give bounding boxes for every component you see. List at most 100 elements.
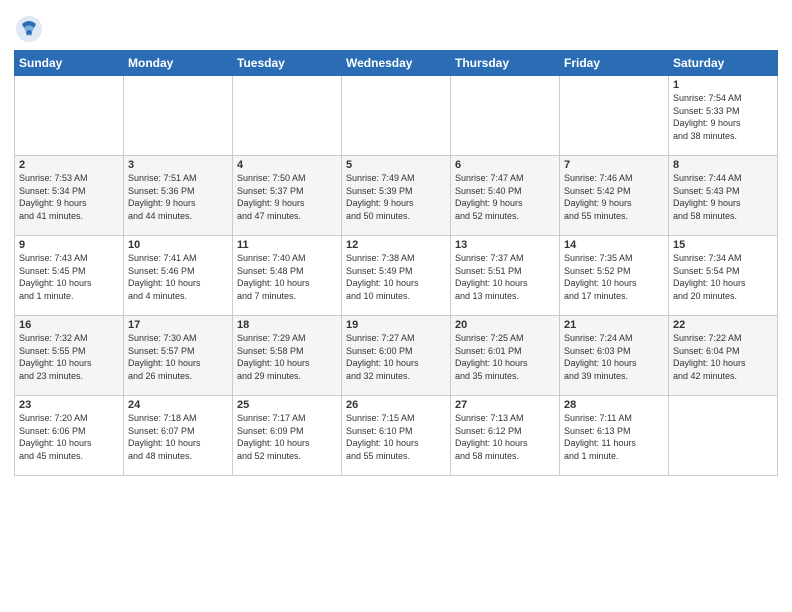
- day-number: 2: [19, 159, 119, 171]
- day-number: 26: [346, 399, 446, 411]
- week-row-3: 16Sunrise: 7:32 AM Sunset: 5:55 PM Dayli…: [15, 316, 778, 396]
- calendar-cell: 12Sunrise: 7:38 AM Sunset: 5:49 PM Dayli…: [342, 236, 451, 316]
- weekday-monday: Monday: [124, 51, 233, 76]
- day-number: 16: [19, 319, 119, 331]
- day-number: 13: [455, 239, 555, 251]
- calendar-cell: 26Sunrise: 7:15 AM Sunset: 6:10 PM Dayli…: [342, 396, 451, 476]
- day-number: 3: [128, 159, 228, 171]
- calendar-cell: 24Sunrise: 7:18 AM Sunset: 6:07 PM Dayli…: [124, 396, 233, 476]
- calendar-cell: [560, 76, 669, 156]
- calendar-cell: 25Sunrise: 7:17 AM Sunset: 6:09 PM Dayli…: [233, 396, 342, 476]
- day-info: Sunrise: 7:13 AM Sunset: 6:12 PM Dayligh…: [455, 412, 555, 462]
- calendar-cell: 22Sunrise: 7:22 AM Sunset: 6:04 PM Dayli…: [669, 316, 778, 396]
- calendar-cell: 23Sunrise: 7:20 AM Sunset: 6:06 PM Dayli…: [15, 396, 124, 476]
- calendar-cell: 15Sunrise: 7:34 AM Sunset: 5:54 PM Dayli…: [669, 236, 778, 316]
- calendar-cell: [124, 76, 233, 156]
- calendar-cell: 19Sunrise: 7:27 AM Sunset: 6:00 PM Dayli…: [342, 316, 451, 396]
- calendar-cell: [669, 396, 778, 476]
- day-number: 15: [673, 239, 773, 251]
- day-info: Sunrise: 7:20 AM Sunset: 6:06 PM Dayligh…: [19, 412, 119, 462]
- day-info: Sunrise: 7:22 AM Sunset: 6:04 PM Dayligh…: [673, 332, 773, 382]
- day-info: Sunrise: 7:15 AM Sunset: 6:10 PM Dayligh…: [346, 412, 446, 462]
- day-info: Sunrise: 7:54 AM Sunset: 5:33 PM Dayligh…: [673, 92, 773, 142]
- day-info: Sunrise: 7:24 AM Sunset: 6:03 PM Dayligh…: [564, 332, 664, 382]
- calendar-cell: [15, 76, 124, 156]
- day-number: 9: [19, 239, 119, 251]
- calendar-cell: 1Sunrise: 7:54 AM Sunset: 5:33 PM Daylig…: [669, 76, 778, 156]
- day-info: Sunrise: 7:53 AM Sunset: 5:34 PM Dayligh…: [19, 172, 119, 222]
- calendar-cell: 21Sunrise: 7:24 AM Sunset: 6:03 PM Dayli…: [560, 316, 669, 396]
- calendar-cell: 4Sunrise: 7:50 AM Sunset: 5:37 PM Daylig…: [233, 156, 342, 236]
- day-number: 28: [564, 399, 664, 411]
- day-number: 25: [237, 399, 337, 411]
- calendar-cell: 17Sunrise: 7:30 AM Sunset: 5:57 PM Dayli…: [124, 316, 233, 396]
- day-number: 6: [455, 159, 555, 171]
- calendar-cell: 9Sunrise: 7:43 AM Sunset: 5:45 PM Daylig…: [15, 236, 124, 316]
- calendar-cell: 10Sunrise: 7:41 AM Sunset: 5:46 PM Dayli…: [124, 236, 233, 316]
- day-number: 14: [564, 239, 664, 251]
- day-number: 27: [455, 399, 555, 411]
- weekday-saturday: Saturday: [669, 51, 778, 76]
- day-info: Sunrise: 7:18 AM Sunset: 6:07 PM Dayligh…: [128, 412, 228, 462]
- calendar-cell: 8Sunrise: 7:44 AM Sunset: 5:43 PM Daylig…: [669, 156, 778, 236]
- week-row-0: 1Sunrise: 7:54 AM Sunset: 5:33 PM Daylig…: [15, 76, 778, 156]
- day-number: 19: [346, 319, 446, 331]
- day-number: 22: [673, 319, 773, 331]
- calendar-cell: 20Sunrise: 7:25 AM Sunset: 6:01 PM Dayli…: [451, 316, 560, 396]
- day-info: Sunrise: 7:11 AM Sunset: 6:13 PM Dayligh…: [564, 412, 664, 462]
- day-info: Sunrise: 7:43 AM Sunset: 5:45 PM Dayligh…: [19, 252, 119, 302]
- calendar-cell: 18Sunrise: 7:29 AM Sunset: 5:58 PM Dayli…: [233, 316, 342, 396]
- calendar-cell: 3Sunrise: 7:51 AM Sunset: 5:36 PM Daylig…: [124, 156, 233, 236]
- logo: [14, 14, 48, 44]
- day-info: Sunrise: 7:46 AM Sunset: 5:42 PM Dayligh…: [564, 172, 664, 222]
- day-info: Sunrise: 7:38 AM Sunset: 5:49 PM Dayligh…: [346, 252, 446, 302]
- day-number: 17: [128, 319, 228, 331]
- day-info: Sunrise: 7:41 AM Sunset: 5:46 PM Dayligh…: [128, 252, 228, 302]
- calendar-cell: [342, 76, 451, 156]
- calendar-cell: 7Sunrise: 7:46 AM Sunset: 5:42 PM Daylig…: [560, 156, 669, 236]
- day-info: Sunrise: 7:50 AM Sunset: 5:37 PM Dayligh…: [237, 172, 337, 222]
- calendar-cell: [233, 76, 342, 156]
- day-number: 7: [564, 159, 664, 171]
- calendar: SundayMondayTuesdayWednesdayThursdayFrid…: [14, 50, 778, 476]
- week-row-2: 9Sunrise: 7:43 AM Sunset: 5:45 PM Daylig…: [15, 236, 778, 316]
- week-row-4: 23Sunrise: 7:20 AM Sunset: 6:06 PM Dayli…: [15, 396, 778, 476]
- day-number: 24: [128, 399, 228, 411]
- calendar-cell: 14Sunrise: 7:35 AM Sunset: 5:52 PM Dayli…: [560, 236, 669, 316]
- weekday-sunday: Sunday: [15, 51, 124, 76]
- day-number: 20: [455, 319, 555, 331]
- calendar-cell: 13Sunrise: 7:37 AM Sunset: 5:51 PM Dayli…: [451, 236, 560, 316]
- logo-icon: [14, 14, 44, 44]
- calendar-cell: 6Sunrise: 7:47 AM Sunset: 5:40 PM Daylig…: [451, 156, 560, 236]
- day-info: Sunrise: 7:17 AM Sunset: 6:09 PM Dayligh…: [237, 412, 337, 462]
- day-number: 12: [346, 239, 446, 251]
- calendar-cell: 5Sunrise: 7:49 AM Sunset: 5:39 PM Daylig…: [342, 156, 451, 236]
- day-number: 8: [673, 159, 773, 171]
- calendar-cell: 2Sunrise: 7:53 AM Sunset: 5:34 PM Daylig…: [15, 156, 124, 236]
- calendar-cell: 16Sunrise: 7:32 AM Sunset: 5:55 PM Dayli…: [15, 316, 124, 396]
- day-number: 18: [237, 319, 337, 331]
- day-info: Sunrise: 7:27 AM Sunset: 6:00 PM Dayligh…: [346, 332, 446, 382]
- day-number: 10: [128, 239, 228, 251]
- day-number: 4: [237, 159, 337, 171]
- week-row-1: 2Sunrise: 7:53 AM Sunset: 5:34 PM Daylig…: [15, 156, 778, 236]
- day-info: Sunrise: 7:25 AM Sunset: 6:01 PM Dayligh…: [455, 332, 555, 382]
- calendar-cell: 11Sunrise: 7:40 AM Sunset: 5:48 PM Dayli…: [233, 236, 342, 316]
- weekday-tuesday: Tuesday: [233, 51, 342, 76]
- weekday-header-row: SundayMondayTuesdayWednesdayThursdayFrid…: [15, 51, 778, 76]
- weekday-thursday: Thursday: [451, 51, 560, 76]
- weekday-friday: Friday: [560, 51, 669, 76]
- day-info: Sunrise: 7:47 AM Sunset: 5:40 PM Dayligh…: [455, 172, 555, 222]
- day-info: Sunrise: 7:35 AM Sunset: 5:52 PM Dayligh…: [564, 252, 664, 302]
- weekday-wednesday: Wednesday: [342, 51, 451, 76]
- day-number: 11: [237, 239, 337, 251]
- day-info: Sunrise: 7:49 AM Sunset: 5:39 PM Dayligh…: [346, 172, 446, 222]
- calendar-cell: [451, 76, 560, 156]
- day-info: Sunrise: 7:30 AM Sunset: 5:57 PM Dayligh…: [128, 332, 228, 382]
- day-info: Sunrise: 7:40 AM Sunset: 5:48 PM Dayligh…: [237, 252, 337, 302]
- day-info: Sunrise: 7:37 AM Sunset: 5:51 PM Dayligh…: [455, 252, 555, 302]
- day-info: Sunrise: 7:44 AM Sunset: 5:43 PM Dayligh…: [673, 172, 773, 222]
- day-number: 1: [673, 79, 773, 91]
- day-number: 23: [19, 399, 119, 411]
- day-info: Sunrise: 7:51 AM Sunset: 5:36 PM Dayligh…: [128, 172, 228, 222]
